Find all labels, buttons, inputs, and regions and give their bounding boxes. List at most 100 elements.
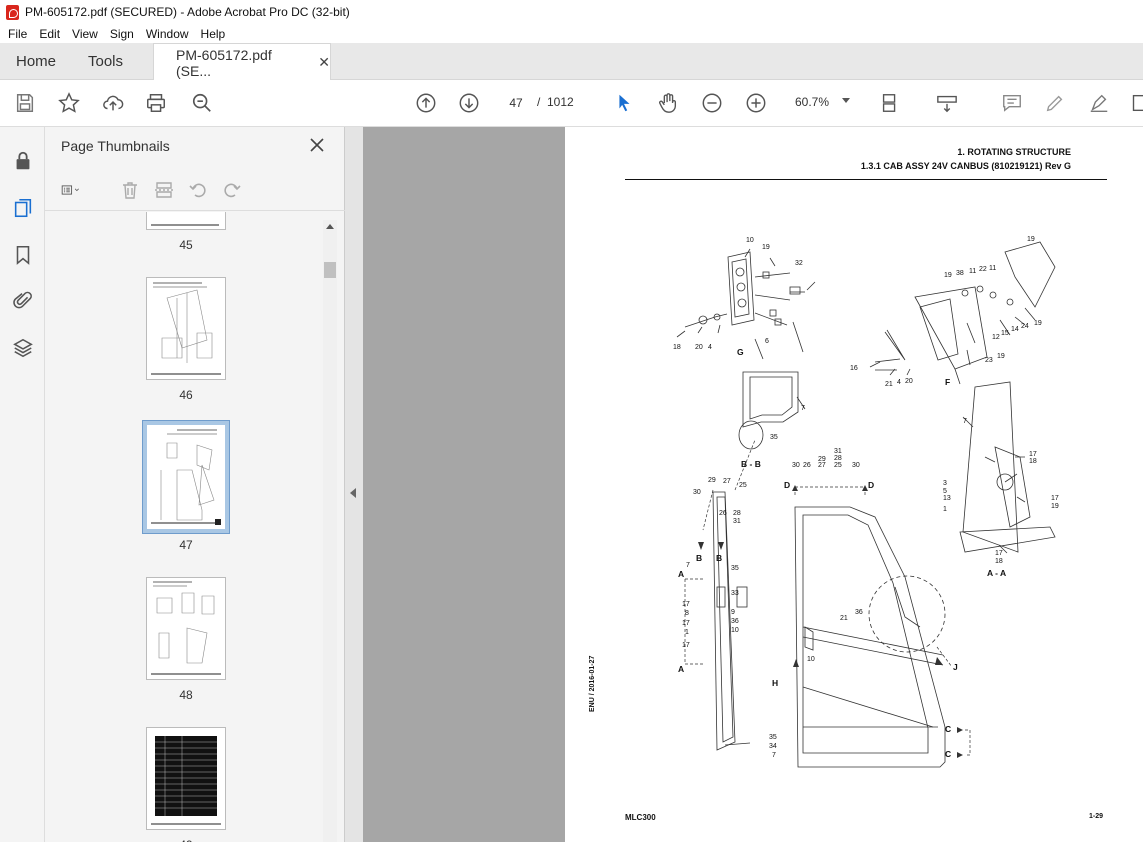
search-zoom-icon[interactable]	[190, 91, 214, 115]
attachment-icon[interactable]	[11, 289, 35, 313]
callout-10: 10	[746, 237, 754, 244]
callout-19-aa: 19	[1051, 503, 1059, 510]
page-thumbnails-icon[interactable]	[11, 196, 35, 220]
callout-18-aa-b: 18	[995, 558, 1003, 565]
callout-20-f: 20	[905, 378, 913, 385]
upload-icon[interactable]	[101, 91, 125, 115]
layers-icon[interactable]	[11, 336, 35, 360]
callout-23: 23	[985, 357, 993, 364]
callout-20: 20	[695, 344, 703, 351]
page-number-input[interactable]: 47	[500, 91, 532, 113]
callout-7-aa: 7	[963, 418, 967, 425]
prev-page-icon[interactable]	[414, 91, 438, 115]
thumbnail-number: 45	[179, 238, 193, 252]
thumbnail-page-46[interactable]	[146, 277, 226, 380]
callout-19-f-low: 19	[997, 353, 1005, 360]
callout-12: 12	[992, 334, 1000, 341]
tab-document[interactable]: PM-605172.pdf (SE... ✕	[153, 43, 331, 81]
callout-7-bb: 7	[801, 405, 805, 412]
callout-27-side: 27	[723, 478, 731, 485]
scroll-up-icon[interactable]	[326, 224, 334, 229]
more-tools-icon[interactable]	[1127, 91, 1143, 115]
close-panel-icon[interactable]	[307, 135, 327, 155]
close-tab-icon[interactable]: ✕	[318, 54, 330, 71]
tab-tools[interactable]: Tools	[88, 43, 123, 80]
next-page-icon[interactable]	[457, 91, 481, 115]
callout-21-cab: 21	[840, 615, 848, 622]
section-letter-a-bottom: A	[678, 664, 684, 674]
zoom-dropdown-icon[interactable]	[842, 98, 850, 103]
collapse-arrow-icon[interactable]	[350, 488, 356, 498]
rotate-left-icon[interactable]	[188, 180, 210, 202]
callout-14: 14	[1011, 326, 1019, 333]
page-fit-icon[interactable]	[878, 91, 902, 115]
bookmark-icon[interactable]	[11, 243, 35, 267]
thumbnail-options-icon[interactable]	[61, 180, 95, 202]
callout-9: 9	[731, 609, 735, 616]
thumbnail-page-48[interactable]	[146, 577, 226, 680]
select-cursor-icon[interactable]	[612, 91, 636, 115]
thumbnail-page-45[interactable]	[146, 212, 226, 230]
page-total: 1012	[547, 95, 574, 109]
menu-window[interactable]: Window	[140, 27, 195, 41]
hand-icon[interactable]	[656, 91, 680, 115]
sign-icon[interactable]	[1087, 91, 1111, 115]
callout-33: 33	[731, 590, 739, 597]
view-label-f: F	[945, 377, 950, 387]
print-icon[interactable]	[144, 91, 168, 115]
callout-31-cab: 31	[834, 448, 842, 455]
comment-icon[interactable]	[1000, 91, 1024, 115]
thumbnail-list: 45 46 47 48 49	[45, 212, 323, 842]
extract-page-icon[interactable]	[154, 180, 176, 202]
thumbnail-page-47-selected[interactable]	[142, 420, 230, 534]
technical-drawing: G F B - B A - A A A B B D D H J C C 10 1…	[673, 236, 1059, 768]
menu-file[interactable]: File	[2, 27, 33, 41]
collapse-panel-handle[interactable]	[345, 127, 363, 842]
scroll-mode-icon[interactable]	[935, 91, 959, 115]
callout-25-side: 25	[739, 482, 747, 489]
navigation-rail	[0, 127, 45, 842]
callout-13: 13	[943, 495, 951, 502]
thumbnail-page-49[interactable]	[146, 727, 226, 830]
lock-icon[interactable]	[11, 149, 35, 173]
menu-help[interactable]: Help	[195, 27, 232, 41]
callout-15: 15	[1001, 330, 1009, 337]
thumbnail-scrollbar[interactable]	[323, 220, 337, 842]
document-viewer[interactable]: 1. ROTATING STRUCTURE 1.3.1 CAB ASSY 24V…	[363, 127, 1143, 842]
callout-32: 32	[795, 260, 803, 267]
menu-sign[interactable]: Sign	[104, 27, 140, 41]
callout-11-b: 11	[989, 265, 996, 272]
callout-21-f: 21	[885, 381, 893, 388]
bookmark-star-icon[interactable]	[57, 91, 81, 115]
callout-17-side-b: 17	[682, 620, 690, 627]
save-icon[interactable]	[13, 91, 37, 115]
section-letter-j: J	[953, 662, 958, 672]
delete-page-icon[interactable]	[120, 180, 142, 202]
callout-17-aa-r: 17	[1051, 495, 1059, 502]
zoom-level[interactable]: 60.7%	[795, 95, 829, 109]
zoom-in-icon[interactable]	[744, 91, 768, 115]
callout-7-cab: 7	[772, 752, 776, 759]
panel-toolbar	[45, 171, 345, 211]
window-title: PM-605172.pdf (SECURED) - Adobe Acrobat …	[25, 5, 350, 19]
scrollbar-thumb[interactable]	[324, 262, 336, 278]
callout-1-aa: 1	[943, 506, 947, 513]
tab-document-label: PM-605172.pdf (SE...	[176, 46, 272, 79]
page-thumbnails-panel: Page Thumbnails 45 46 47 48 49	[45, 127, 345, 842]
callout-17-side-c: 17	[682, 642, 690, 649]
callout-26-cab: 26	[803, 462, 811, 469]
callout-19-f-right: 19	[1034, 320, 1042, 327]
zoom-out-icon[interactable]	[700, 91, 724, 115]
rotate-right-icon[interactable]	[222, 180, 244, 202]
menu-edit[interactable]: Edit	[33, 27, 66, 41]
highlight-icon[interactable]	[1043, 91, 1067, 115]
callout-19-f: 19	[944, 272, 952, 279]
callout-31-side: 31	[733, 518, 741, 525]
section-letter-h: H	[772, 678, 778, 688]
callout-36-side: 36	[731, 618, 739, 625]
menu-view[interactable]: View	[66, 27, 104, 41]
tab-home[interactable]: Home	[16, 43, 56, 80]
callout-34: 34	[769, 743, 777, 750]
section-letter-c-bottom: C	[945, 749, 951, 759]
callout-19: 19	[762, 244, 770, 251]
